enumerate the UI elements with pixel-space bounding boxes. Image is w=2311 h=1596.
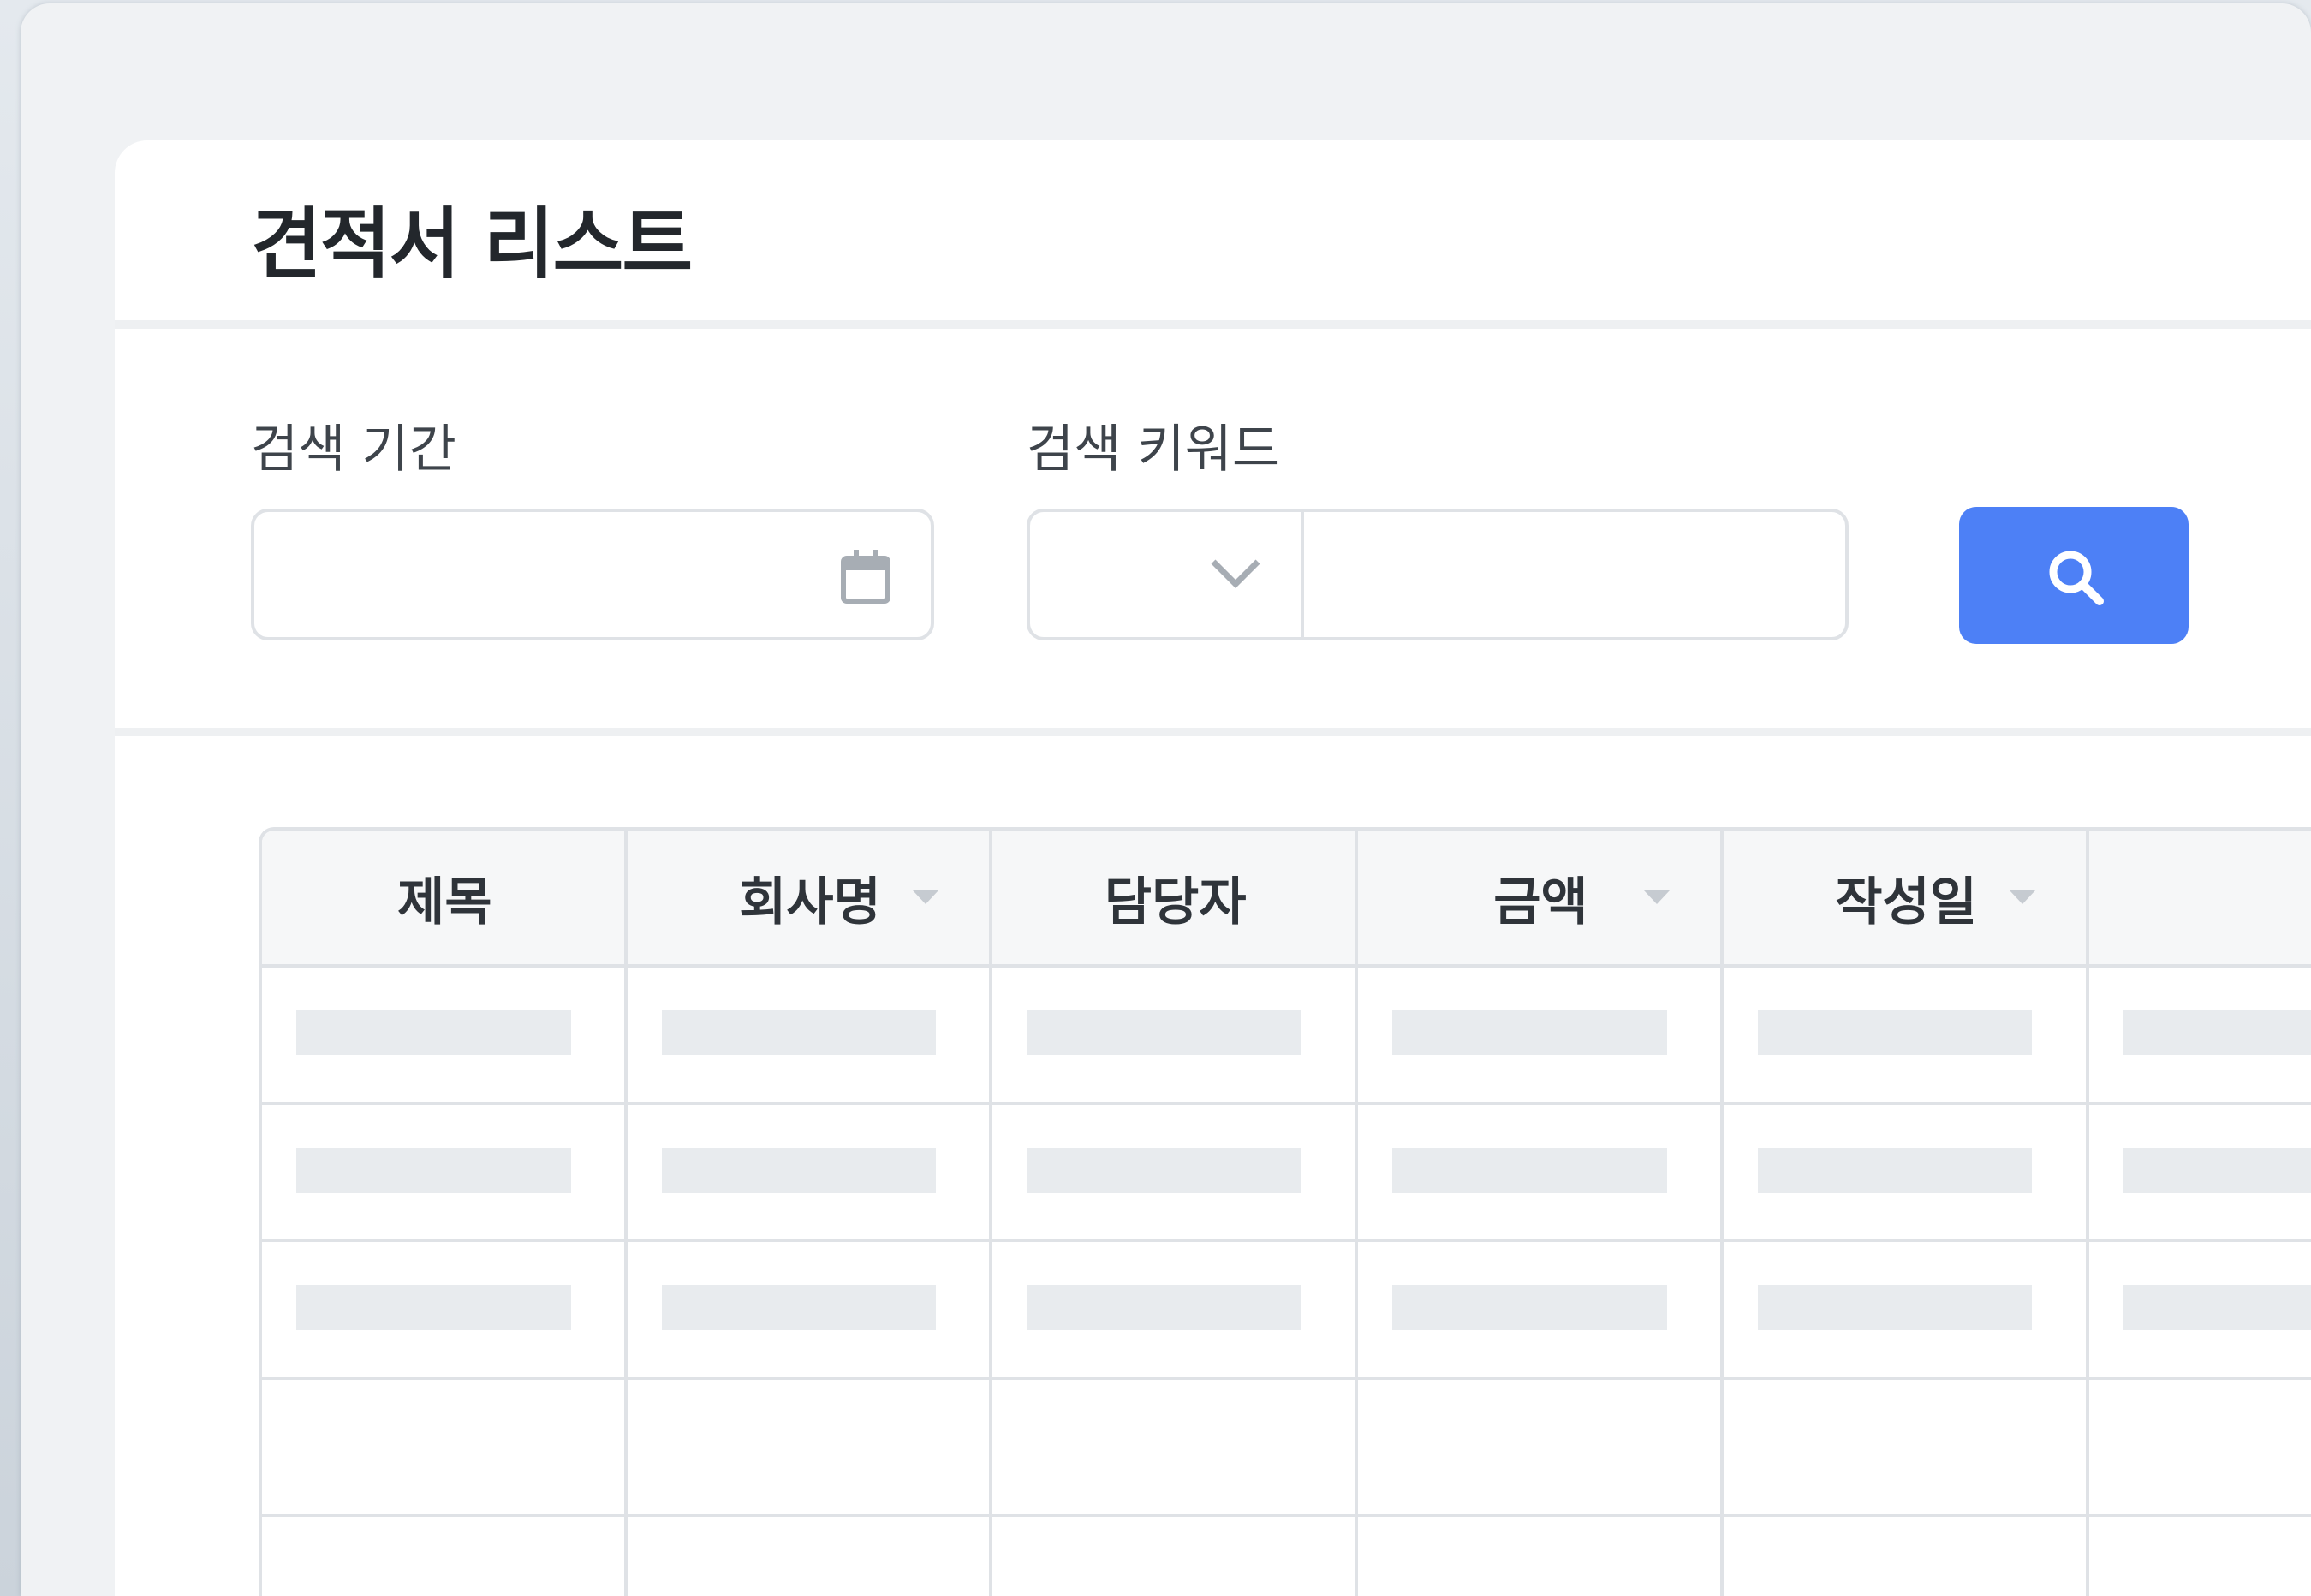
loading-placeholder [1757,1010,2033,1055]
calendar-icon[interactable] [840,550,891,604]
chevron-down-icon [1211,559,1260,588]
loading-placeholder [1757,1147,2033,1193]
period-label: 검색 기간 [251,420,456,479]
table-row[interactable] [262,1380,2311,1518]
loading-placeholder [296,1010,571,1055]
table-row[interactable] [262,1517,2311,1596]
loading-placeholder [1392,1285,1667,1330]
loading-placeholder [661,1285,937,1330]
sort-caret-icon[interactable] [1642,889,1671,906]
app-window: 견적서 리스트 검색 기간 검색 키워드 제목 회사명 담당자 금액 작성일 [21,3,2311,1596]
content-card: 견적서 리스트 검색 기간 검색 키워드 제목 회사명 담당자 금액 작성일 [115,140,2311,1596]
sort-caret-icon[interactable] [911,889,940,906]
column-header: 담당자 [992,831,1358,964]
search-icon [2049,551,2104,605]
column-header: 제목 [262,831,628,964]
column-header-label: 회사명 [739,872,881,932]
column-header-label: 담당자 [1104,872,1247,932]
loading-placeholder [661,1010,937,1055]
column-header-label: 제목 [397,872,492,932]
keyword-type-select[interactable] [1030,512,1304,637]
loading-placeholder [1027,1147,1302,1193]
loading-placeholder [2123,1285,2311,1330]
loading-placeholder [1027,1285,1302,1330]
loading-placeholder [661,1147,937,1193]
column-header [2089,831,2311,964]
loading-placeholder [1392,1147,1667,1193]
filter-divider [115,728,2311,736]
quote-table: 제목 회사명 담당자 금액 작성일 [259,827,2311,1596]
search-button[interactable] [1959,507,2189,644]
column-header-label: 금액 [1493,872,1588,932]
keyword-search-group [1027,509,1849,640]
header-divider [115,320,2311,329]
loading-placeholder [1757,1285,2033,1330]
date-range-input[interactable] [251,509,934,640]
keyword-input[interactable] [1304,512,1845,637]
sort-caret-icon[interactable] [2008,889,2037,906]
column-header-label: 작성일 [1835,872,1977,932]
loading-placeholder [296,1285,571,1330]
loading-placeholder [2123,1010,2311,1055]
keyword-label: 검색 키워드 [1027,420,1280,479]
loading-placeholder [296,1147,571,1193]
page-title: 견적서 리스트 [251,200,693,289]
loading-placeholder [1392,1010,1667,1055]
loading-placeholder [1027,1010,1302,1055]
loading-placeholder [2123,1147,2311,1193]
